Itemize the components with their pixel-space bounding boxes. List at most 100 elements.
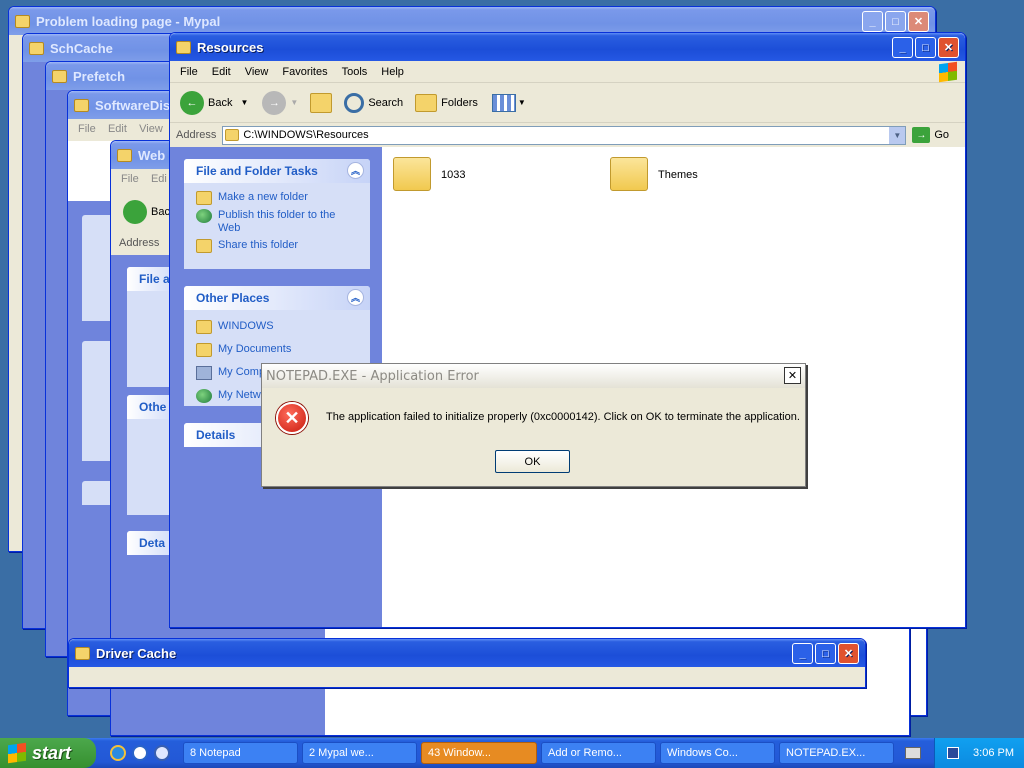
- chevron-down-icon[interactable]: ▼: [518, 98, 526, 107]
- panel-header[interactable]: Other Places ︽: [184, 286, 370, 310]
- search-icon[interactable]: [344, 92, 365, 113]
- clock[interactable]: 3:06 PM: [973, 747, 1014, 759]
- chevron-down-icon[interactable]: ▼: [889, 126, 906, 144]
- titlebar-mypal[interactable]: Problem loading page - Mypal _ □ ✕: [9, 7, 935, 35]
- task-publish-web[interactable]: Publish this folder to the Web: [184, 207, 370, 237]
- go-icon[interactable]: →: [912, 127, 931, 143]
- file-item-themes[interactable]: Themes: [610, 157, 730, 197]
- desktop-icon[interactable]: [154, 745, 170, 761]
- up-folder-icon[interactable]: [310, 92, 333, 113]
- folder-icon: [176, 40, 191, 54]
- search-button[interactable]: Search: [368, 97, 403, 109]
- place-label: My Netw: [218, 389, 261, 401]
- network-tray-icon[interactable]: [947, 747, 960, 759]
- menu-tools[interactable]: Tools: [342, 66, 368, 78]
- window-title: Driver Cache: [96, 645, 177, 661]
- start-label: start: [32, 742, 72, 763]
- error-dialog[interactable]: NOTEPAD.EXE - Application Error ✕ ✕ The …: [261, 363, 806, 487]
- task-label: Publish this folder to the Web: [218, 209, 336, 234]
- keyboard-tray-icon[interactable]: [905, 747, 921, 759]
- system-tray: 3:06 PM: [934, 738, 1024, 768]
- ok-button[interactable]: OK: [495, 450, 570, 473]
- network-icon: [196, 389, 212, 403]
- maximize-button[interactable]: □: [885, 11, 906, 32]
- media-icon[interactable]: [132, 745, 148, 761]
- folder-icon: [196, 320, 212, 334]
- window-title: Resources: [197, 39, 264, 55]
- task-windows-components[interactable]: Windows Co...: [660, 742, 775, 764]
- window-resources[interactable]: Resources _ □ ✕ File Edit View Favorites T…: [169, 32, 966, 628]
- menu-help[interactable]: Help: [381, 66, 404, 78]
- ie-icon[interactable]: [110, 745, 126, 761]
- chevron-down-icon[interactable]: ▼: [290, 98, 298, 107]
- chevron-down-icon[interactable]: ▼: [240, 98, 248, 107]
- menu-edit[interactable]: Edit: [212, 66, 231, 78]
- start-button[interactable]: start: [0, 738, 96, 768]
- close-button[interactable]: ✕: [908, 11, 929, 32]
- close-button[interactable]: ✕: [938, 37, 959, 58]
- my-computer-icon: [196, 366, 212, 380]
- my-documents-icon: [196, 343, 212, 357]
- task-label: 2 Mypal we...: [309, 747, 374, 759]
- folder-icon: [393, 157, 431, 191]
- dialog-titlebar[interactable]: NOTEPAD.EXE - Application Error ✕: [262, 364, 805, 388]
- views-icon[interactable]: [491, 93, 516, 112]
- close-button[interactable]: ✕: [784, 367, 801, 384]
- task-mypal[interactable]: 2 Mypal we...: [302, 742, 417, 764]
- folders-button[interactable]: Folders: [441, 97, 478, 109]
- back-icon[interactable]: ←: [180, 90, 204, 115]
- panel-header[interactable]: File and Folder Tasks ︽: [184, 159, 370, 183]
- window-title: Web: [138, 147, 166, 163]
- back-icon[interactable]: [123, 200, 147, 224]
- task-label: NOTEPAD.EX...: [786, 747, 866, 759]
- menu-file[interactable]: File: [180, 66, 198, 78]
- collapse-icon[interactable]: ︽: [347, 289, 364, 306]
- task-label: Windows Co...: [667, 747, 738, 759]
- task-label: 43 Window...: [428, 747, 491, 759]
- maximize-button[interactable]: □: [915, 37, 936, 58]
- close-button[interactable]: ✕: [838, 643, 859, 664]
- menu-view[interactable]: View: [245, 66, 269, 78]
- browser-icon: [15, 14, 30, 28]
- minimize-button[interactable]: _: [862, 11, 883, 32]
- window-title: SchCache: [50, 40, 113, 56]
- file-name: Themes: [658, 169, 698, 181]
- publish-web-icon: [196, 209, 212, 223]
- place-label: My Documents: [218, 343, 292, 355]
- place-label: My Comp: [218, 366, 266, 378]
- place-my-documents[interactable]: My Documents: [184, 341, 370, 364]
- folder-icon: [52, 69, 67, 83]
- minimize-button[interactable]: _: [792, 643, 813, 664]
- titlebar-driver-cache[interactable]: Driver Cache _ □ ✕: [69, 639, 865, 667]
- task-label: Add or Remo...: [548, 747, 622, 759]
- address-label: Address: [119, 237, 160, 249]
- task-share-folder[interactable]: Share this folder: [184, 237, 370, 255]
- go-button[interactable]: Go: [934, 129, 949, 141]
- address-bar: Address C:\WINDOWS\Resources ▼ → Go: [170, 123, 965, 147]
- forward-icon[interactable]: →: [262, 90, 287, 115]
- task-label: Make a new folder: [218, 191, 308, 203]
- menubar: File Edit View Favorites Tools Help: [170, 61, 965, 83]
- menu-favorites[interactable]: Favorites: [282, 66, 327, 78]
- collapse-icon[interactable]: ︽: [347, 162, 364, 179]
- share-folder-icon: [196, 239, 212, 253]
- folder-icon: [117, 148, 132, 162]
- back-button[interactable]: Back: [208, 97, 232, 109]
- task-make-folder[interactable]: Make a new folder: [184, 189, 370, 207]
- minimize-button[interactable]: _: [892, 37, 913, 58]
- task-add-remove[interactable]: Add or Remo...: [541, 742, 656, 764]
- maximize-button[interactable]: □: [815, 643, 836, 664]
- task-notepad-error[interactable]: NOTEPAD.EX...: [779, 742, 894, 764]
- window-title: Problem loading page - Mypal: [36, 13, 221, 29]
- panel-title: Details: [196, 428, 236, 442]
- file-item-1033[interactable]: 1033: [391, 157, 511, 197]
- window-driver-cache[interactable]: Driver Cache _ □ ✕: [68, 638, 866, 688]
- titlebar-resources[interactable]: Resources _ □ ✕: [170, 33, 965, 61]
- address-field[interactable]: C:\WINDOWS\Resources ▼: [222, 125, 907, 145]
- place-windows[interactable]: WINDOWS: [184, 318, 370, 341]
- task-windows-explorer[interactable]: 43 Window...: [421, 742, 537, 764]
- windows-logo-icon: [8, 742, 26, 764]
- task-notepad[interactable]: 8 Notepad: [183, 742, 298, 764]
- folders-icon[interactable]: [415, 93, 438, 112]
- folder-icon: [29, 41, 44, 55]
